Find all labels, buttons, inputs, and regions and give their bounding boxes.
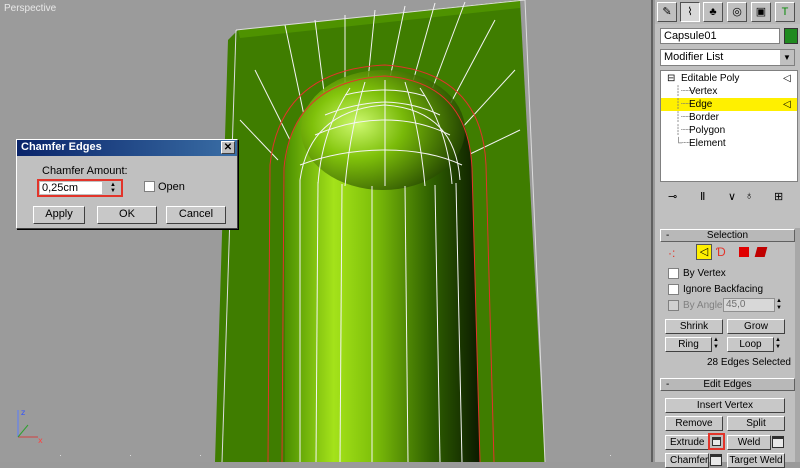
edge-subobject-icon: ◁ (783, 73, 791, 84)
by-angle-checkbox[interactable] (668, 300, 679, 311)
by-angle-label: By Angle: (683, 300, 726, 311)
ok-button[interactable]: OK (97, 206, 157, 224)
rollout-collapse-icon: - (666, 379, 670, 390)
dialog-title: Chamfer Edges (21, 141, 102, 153)
weld-button[interactable]: Weld (727, 435, 771, 450)
stack-root-label: Editable Poly (681, 73, 740, 84)
stack-item-editable-poly[interactable]: ⊟ Editable Poly ◁ (661, 72, 797, 85)
dialog-titlebar[interactable]: Chamfer Edges ✕ (17, 140, 237, 156)
motion-icon[interactable]: ◎ (727, 2, 747, 22)
stack-item-polygon[interactable]: ┊┈┈ Polygon (661, 124, 797, 137)
split-button[interactable]: Split (727, 416, 785, 431)
loop-spinner-icon[interactable]: ▲ ▼ (775, 337, 781, 351)
svg-text:z: z (21, 408, 25, 417)
remove-button[interactable]: Remove (665, 416, 723, 431)
pin-stack-icon[interactable]: ⊸ (668, 190, 677, 203)
chamfer-amount-spinner[interactable]: ▲▼ (37, 179, 123, 197)
object-name-field[interactable]: Capsule01 (660, 28, 780, 44)
spinner-arrows-icon[interactable]: ▲ ▼ (776, 298, 782, 312)
panel-scrollbar[interactable] (795, 228, 800, 462)
chamfer-button[interactable]: Chamfer (665, 453, 709, 468)
ignore-backfacing-label: Ignore Backfacing (683, 284, 764, 295)
rollout-title: Edit Edges (703, 379, 752, 390)
shrink-button[interactable]: Shrink (665, 319, 723, 334)
open-label: Open (158, 181, 185, 193)
open-checkbox[interactable] (144, 181, 155, 192)
collapse-icon[interactable]: ⊟ (667, 72, 675, 85)
configure-sets-icon[interactable]: ⊞ (774, 190, 783, 203)
perspective-viewport[interactable]: Perspective z x Chamfer Edges ✕ Chamfer … (0, 0, 653, 462)
stack-item-label: Border (689, 112, 720, 123)
vertex-mode-icon[interactable]: ·: (668, 246, 675, 260)
chamfer-settings-icon[interactable] (710, 454, 722, 466)
grow-button[interactable]: Grow (727, 319, 785, 334)
by-vertex-label: By Vertex (683, 268, 726, 279)
stack-toolbar: ⊸ Ⅱ ∨ ♁ ⊞ (660, 187, 798, 209)
stack-item-label: Vertex (689, 86, 718, 97)
rollout-title: Selection (706, 230, 749, 241)
edge-mode-icon[interactable]: ◁ (696, 244, 712, 260)
make-unique-icon[interactable]: ∨ (728, 190, 736, 203)
stack-item-label: Polygon (689, 125, 726, 136)
command-panel: ✎ ⌇ ♣ ◎ ▣ T Capsule01 Modifier List ▼ ⊟ … (655, 0, 800, 468)
edge-subobject-icon: ◁ (783, 99, 791, 110)
command-panel-tabs: ✎ ⌇ ♣ ◎ ▣ T (655, 0, 800, 24)
edit-edges-rollout-header[interactable]: - Edit Edges (660, 378, 795, 391)
stack-item-element[interactable]: └┈┈ Element (661, 137, 797, 150)
settings-icon (712, 437, 721, 446)
modify-icon[interactable]: ⌇ (680, 2, 700, 22)
hierarchy-icon[interactable]: ♣ (703, 2, 723, 22)
svg-text:x: x (38, 436, 43, 445)
chamfer-edges-dialog: Chamfer Edges ✕ Chamfer Amount: ▲▼ Open … (16, 139, 238, 229)
axis-tripod-icon: z x (17, 408, 43, 445)
apply-button[interactable]: Apply (33, 206, 85, 224)
target-weld-button[interactable]: Target Weld (727, 453, 785, 468)
insert-vertex-button[interactable]: Insert Vertex (665, 398, 785, 413)
element-mode-icon[interactable] (754, 247, 768, 257)
ring-spinner-icon[interactable]: ▲ ▼ (713, 337, 719, 351)
remove-modifier-icon[interactable]: ♁ (745, 190, 753, 202)
weld-settings-icon[interactable] (772, 436, 784, 448)
extrude-settings-button[interactable] (708, 433, 725, 450)
chamfer-amount-input[interactable] (40, 182, 102, 194)
close-icon[interactable]: ✕ (221, 141, 235, 154)
loop-button[interactable]: Loop (727, 337, 774, 352)
extrude-button[interactable]: Extrude (665, 435, 709, 450)
ring-button[interactable]: Ring (665, 337, 712, 352)
border-mode-icon[interactable]: Ɗ (716, 245, 726, 259)
by-vertex-checkbox[interactable] (668, 268, 679, 279)
stack-item-label: Element (689, 138, 726, 149)
stack-item-border[interactable]: ┊┈┈ Border (661, 111, 797, 124)
display-icon[interactable]: ▣ (751, 2, 771, 22)
modifier-list-dropdown[interactable]: Modifier List ▼ (660, 49, 795, 66)
spinner-arrows-icon[interactable]: ▲ ▼ (106, 182, 120, 194)
angle-spinner[interactable]: 45,0 (723, 298, 775, 312)
utilities-icon[interactable]: T (775, 2, 795, 22)
create-icon[interactable]: ✎ (657, 2, 677, 22)
stack-item-label: Edge (689, 99, 713, 110)
chevron-down-icon[interactable]: ▼ (780, 50, 794, 65)
selection-rollout-header[interactable]: - Selection (660, 229, 795, 242)
stack-item-vertex[interactable]: ┊┈┈ Vertex (661, 85, 797, 98)
polygon-mode-icon[interactable] (739, 247, 749, 257)
selection-status: 28 Edges Selected (707, 357, 791, 368)
stack-item-edge[interactable]: ┊┈┈ Edge ◁ (661, 98, 797, 111)
rollout-collapse-icon: - (666, 230, 670, 241)
capsule-mesh (60, 0, 611, 462)
modifier-stack: ⊟ Editable Poly ◁ ┊┈┈ Vertex ┊┈┈ Edge ◁ ┊┈… (660, 70, 798, 182)
show-end-result-icon[interactable]: Ⅱ (700, 190, 705, 203)
cancel-button[interactable]: Cancel (166, 206, 226, 224)
ignore-backfacing-checkbox[interactable] (668, 284, 679, 295)
modifier-list-label: Modifier List (664, 51, 724, 63)
object-color-swatch[interactable] (784, 28, 798, 44)
chamfer-amount-label: Chamfer Amount: (42, 165, 128, 177)
